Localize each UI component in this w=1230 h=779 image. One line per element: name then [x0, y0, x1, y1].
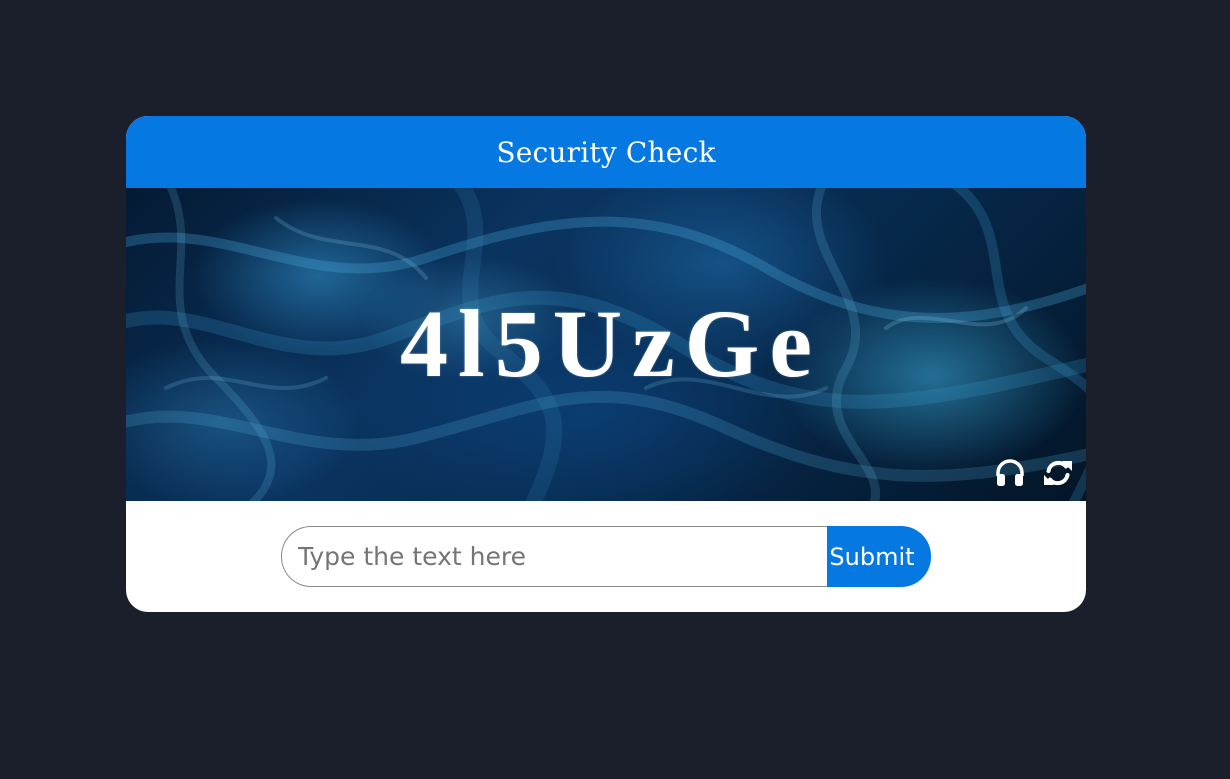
card-header: Security Check [126, 116, 1086, 188]
headphones-icon[interactable] [993, 456, 1027, 490]
captcha-image: 4l5UzGe [126, 188, 1086, 501]
page-title: Security Check [496, 135, 716, 169]
security-check-card: Security Check 4l5UzGe Type the text her… [126, 116, 1086, 612]
captcha-input[interactable] [281, 526, 827, 587]
submit-button[interactable]: Submit [827, 526, 931, 587]
captcha-form: Submit [281, 526, 931, 587]
refresh-icon[interactable] [1041, 456, 1075, 490]
captcha-code: 4l5UzGe [400, 290, 822, 397]
